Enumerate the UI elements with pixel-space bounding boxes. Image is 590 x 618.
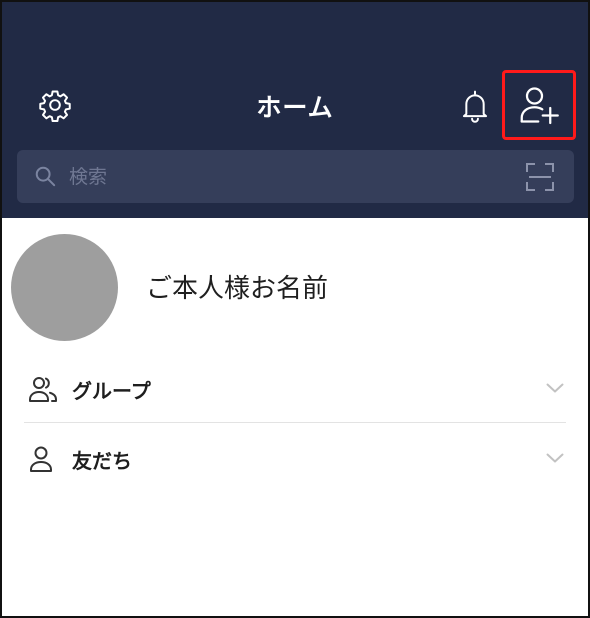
- group-section-label: グループ: [72, 379, 151, 403]
- profile-name[interactable]: ご本人様お名前: [146, 268, 328, 305]
- chevron-down-icon[interactable]: [546, 382, 564, 394]
- person-icon: [30, 446, 52, 472]
- chevron-down-icon[interactable]: [546, 452, 564, 464]
- search-bar[interactable]: [17, 150, 574, 203]
- qr-scan-icon[interactable]: [526, 163, 554, 191]
- search-input[interactable]: [69, 150, 509, 203]
- bell-icon[interactable]: [457, 86, 493, 126]
- group-section-row[interactable]: グループ: [24, 361, 566, 417]
- add-friend-button[interactable]: [502, 70, 576, 140]
- add-person-icon: [520, 87, 559, 125]
- section-divider: [24, 422, 566, 423]
- friends-section-label: 友だち: [72, 449, 132, 473]
- group-icon: [29, 377, 57, 402]
- avatar[interactable]: [11, 234, 118, 341]
- friends-section-row[interactable]: 友だち: [24, 431, 566, 487]
- app-frame: ホーム 検索 ご本人様お名前 グループ 友だち: [0, 0, 590, 618]
- magnifier-icon: [35, 166, 56, 187]
- page-title: ホーム: [256, 93, 334, 122]
- header-bar: ホーム: [2, 2, 588, 218]
